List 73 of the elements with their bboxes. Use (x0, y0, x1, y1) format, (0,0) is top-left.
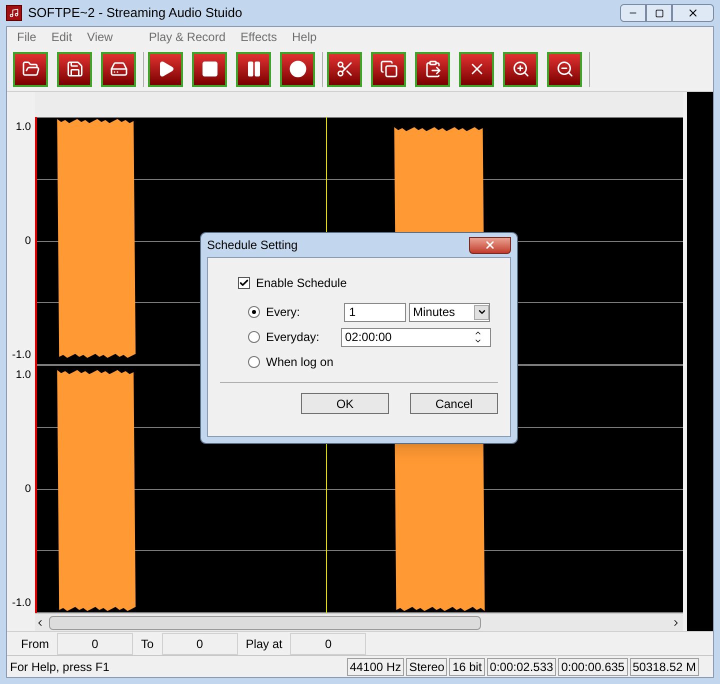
spin-down-icon (474, 337, 482, 345)
status-help-text: For Help, press F1 (10, 658, 110, 676)
maximize-button[interactable] (646, 4, 672, 22)
menu-item[interactable]: View (82, 28, 118, 46)
close-button[interactable] (469, 236, 511, 254)
axis-label: 1.0 (16, 120, 31, 135)
clipboard-icon (424, 60, 442, 78)
toolbar-button[interactable] (459, 52, 494, 86)
dialog-button[interactable]: OK (301, 393, 389, 414)
radio-label: When log on (266, 354, 334, 371)
toolbar-button[interactable] (547, 52, 582, 86)
record-icon (288, 60, 306, 78)
toolbar-button[interactable] (57, 52, 92, 86)
spin-up-icon (474, 329, 482, 337)
toolbar-button[interactable] (148, 52, 183, 86)
axis-label: -1.0 (12, 348, 31, 362)
floppy-drive-icon (110, 60, 128, 78)
status-pane: 16 bit (449, 658, 485, 676)
close-icon (687, 7, 699, 19)
menu-item[interactable]: Edit (46, 28, 78, 46)
toolbar-button[interactable] (192, 52, 227, 86)
toolbar-button[interactable] (371, 52, 406, 86)
toolbar-button[interactable] (503, 52, 538, 86)
status-pane: 0:00:00.635 (558, 658, 628, 676)
copy-icon (380, 60, 398, 78)
dialog-button[interactable]: Cancel (410, 393, 498, 414)
toolbar-button[interactable] (415, 52, 450, 86)
range-field[interactable]: 0 (290, 632, 366, 654)
app-icon (6, 5, 22, 21)
toolbar-button[interactable] (13, 52, 48, 86)
status-pane: 0:00:02.533 (486, 658, 556, 676)
range-label: From (20, 636, 50, 652)
interval-field[interactable]: 1 (344, 302, 406, 322)
scrollbar-thumb[interactable] (49, 616, 481, 630)
axis-label: 0 (24, 482, 31, 497)
close-button[interactable] (672, 4, 714, 22)
toolbar-button[interactable] (101, 52, 136, 86)
menu-item[interactable]: Help (287, 28, 322, 46)
toolbar-button[interactable] (236, 52, 271, 86)
radio-button[interactable] (248, 306, 260, 318)
scissors-icon (336, 60, 354, 78)
unit-dropdown[interactable]: Minutes (409, 302, 490, 322)
toolbar-button[interactable] (280, 52, 315, 86)
radio-button[interactable] (248, 331, 260, 343)
stop-icon (200, 60, 218, 78)
radio-label: Everyday: (266, 329, 320, 346)
axis-label: 1.0 (16, 368, 31, 383)
maximize-icon (654, 8, 664, 18)
radio-button[interactable] (248, 356, 260, 368)
zoom-in-icon (512, 60, 530, 78)
folder-icon (22, 60, 40, 78)
range-field[interactable]: 0 (57, 632, 133, 654)
toolbar-button[interactable] (327, 52, 362, 86)
radio-label: Every: (266, 304, 302, 321)
axis-label: 0 (24, 234, 31, 249)
range-label: Play at (244, 636, 284, 652)
range-field[interactable]: 0 (162, 632, 238, 654)
checkbox-label: Enable Schedule (256, 275, 347, 292)
window-title: SOFTPE~2 - Streaming Audio Stuido (28, 4, 242, 22)
status-pane: 50318.52 M (630, 658, 699, 676)
checkbox[interactable] (238, 277, 250, 289)
horizontal-scrollbar[interactable] (35, 613, 683, 631)
axis-label: -1.0 (12, 596, 31, 610)
menu-item[interactable]: Play & Record (144, 28, 231, 46)
status-pane: 44100 Hz (346, 658, 404, 676)
menu-item[interactable]: File (12, 28, 42, 46)
time-field[interactable]: 02:00:00 (341, 328, 491, 346)
zoom-out-icon (556, 60, 574, 78)
status-pane: Stereo (406, 658, 448, 676)
menu-item[interactable]: Effects (236, 28, 282, 46)
dialog-title: Schedule Setting (207, 237, 298, 254)
close-icon (484, 239, 496, 251)
range-label: To (140, 636, 155, 652)
